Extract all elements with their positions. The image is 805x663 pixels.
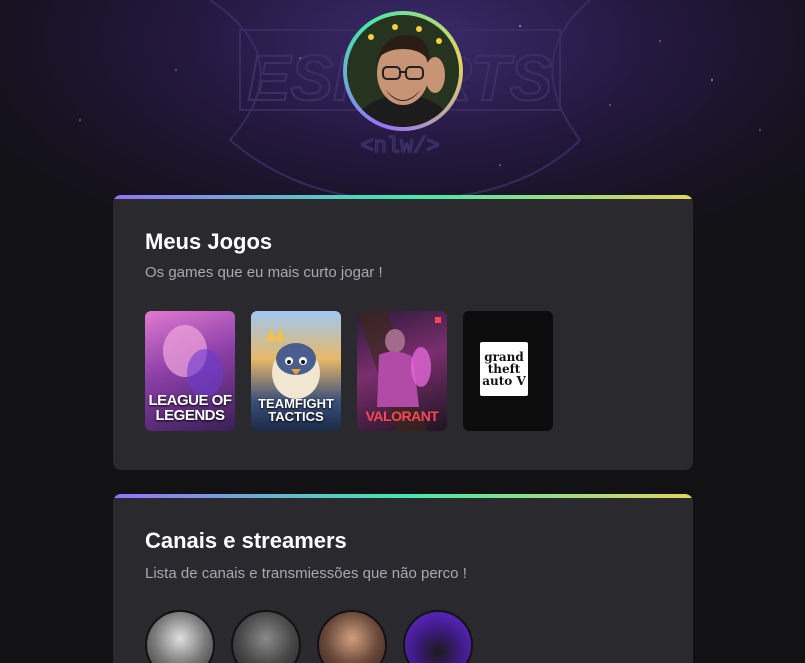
games-card: Meus Jogos Os games que eu mais curto jo… <box>113 195 693 470</box>
streamers-card: Canais e streamers Lista de canais e tra… <box>113 494 693 663</box>
streamers-list <box>145 610 473 663</box>
streamer-avatar[interactable] <box>145 610 215 663</box>
streamer-avatar[interactable] <box>403 610 473 663</box>
streamer-avatar[interactable] <box>317 610 387 663</box>
games-card-title: Meus Jogos <box>145 229 273 254</box>
games-list: LEAGUE OF LEGENDS TEAMFIGHT TACTICS VALO… <box>145 311 553 431</box>
game-title: LEAGUE OF LEGENDS <box>148 392 232 424</box>
page: ESPORTS <nlw/> <box>0 0 805 663</box>
svg-text:<nlw/>: <nlw/> <box>360 134 439 159</box>
game-teamfight-tactics[interactable]: TEAMFIGHT TACTICS <box>251 311 341 431</box>
game-title: grand theft auto V <box>480 342 528 396</box>
game-valorant[interactable]: VALORANT <box>357 311 447 431</box>
game-title: VALORANT <box>365 408 439 424</box>
game-gta-v[interactable]: grand theft auto V <box>463 311 553 431</box>
streamers-card-subtitle: Lista de canais e transmiessões que não … <box>145 565 467 582</box>
profile-photo-icon <box>347 15 459 127</box>
games-card-subtitle: Os games que eu mais curto jogar ! <box>145 264 383 281</box>
avatar-ring <box>343 11 463 131</box>
game-title: TEAMFIGHT TACTICS <box>258 396 334 424</box>
streamer-avatar[interactable] <box>231 610 301 663</box>
streamers-card-title: Canais e streamers <box>145 528 347 553</box>
avatar <box>347 15 459 127</box>
game-league-of-legends[interactable]: LEAGUE OF LEGENDS <box>145 311 235 431</box>
